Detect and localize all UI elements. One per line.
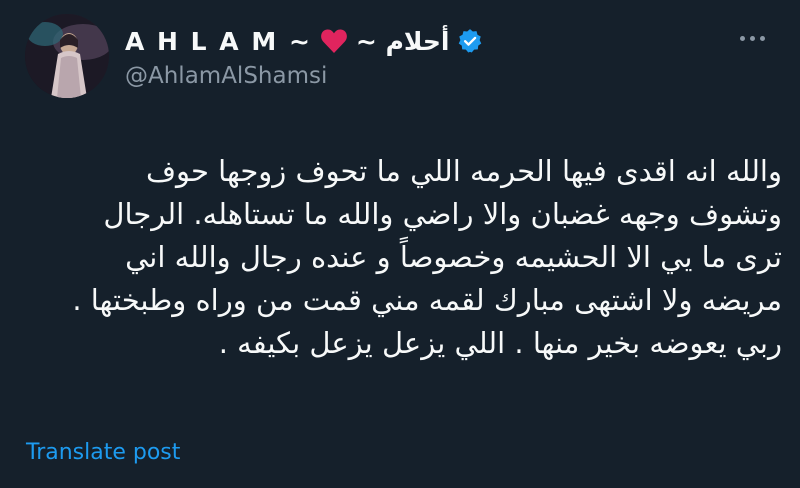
author-name-latin[interactable]: A H L A M ~	[125, 27, 312, 56]
tweet-line: والله انه اقدى فيها الحرمه اللي ما تحوف …	[145, 154, 782, 188]
heart-icon	[320, 28, 348, 54]
tweet-text: والله انه اقدى فيها الحرمه اللي ما تحوف …	[20, 150, 782, 365]
author-name-row[interactable]: A H L A M ~ ~ أحلام	[125, 26, 483, 56]
tweet-line: مريضه ولا اشتهى مبارك لقمه مني قمت من ور…	[72, 283, 782, 317]
avatar-image	[25, 14, 109, 98]
author-handle[interactable]: @AhlamAlShamsi	[125, 63, 327, 89]
tweet-line: ربي يعوضه بخير منها . اللي يزعل يزعل بكي…	[218, 326, 782, 360]
more-dot	[750, 36, 755, 41]
more-options-icon[interactable]	[740, 36, 765, 41]
tweet-line: ترى ما يي الا الحشيمه وخصوصاً و عنده رجا…	[125, 240, 782, 274]
avatar[interactable]	[25, 14, 109, 98]
more-dot	[740, 36, 745, 41]
tweet-line: وتشوف وجهه غضبان والا راضي والله ما تستا…	[103, 197, 782, 231]
verified-badge-icon[interactable]	[457, 28, 483, 54]
more-dot	[760, 36, 765, 41]
translate-post-link[interactable]: Translate post	[26, 440, 180, 465]
author-name-arabic[interactable]: ~ أحلام	[356, 27, 450, 56]
